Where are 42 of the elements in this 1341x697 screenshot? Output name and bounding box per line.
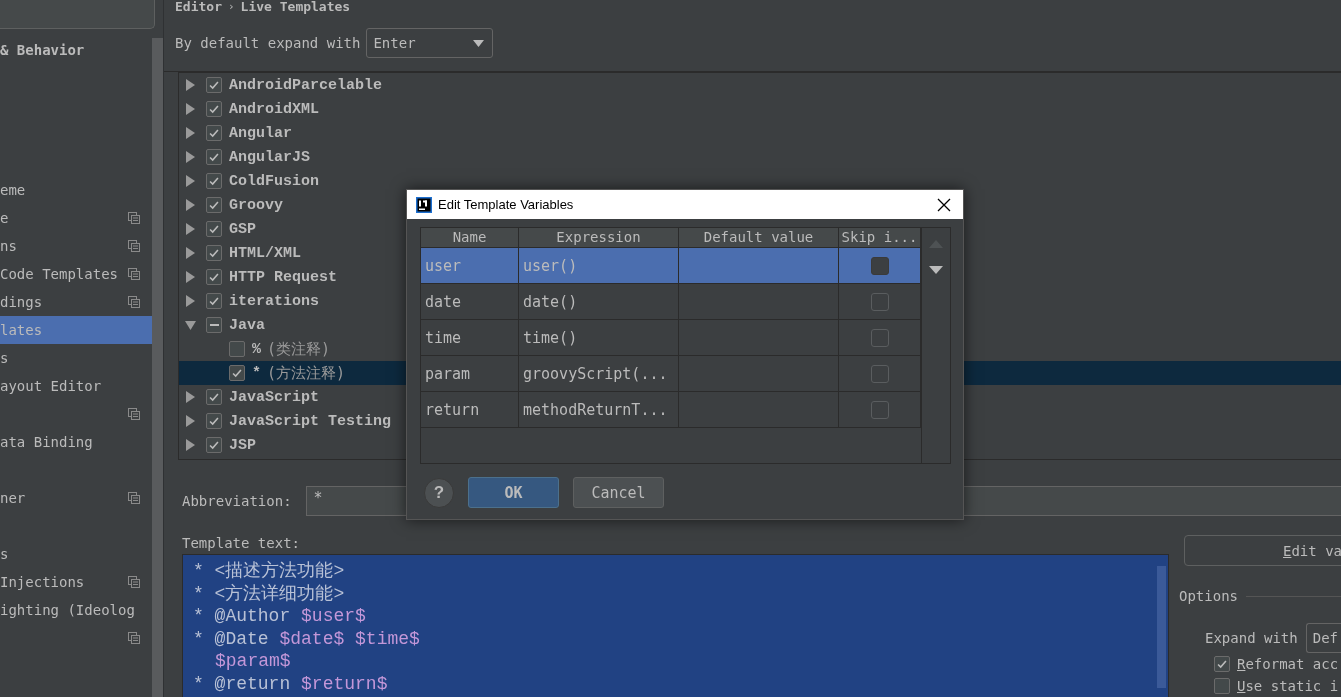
group-name: AndroidXML <box>229 100 319 118</box>
field-label: Expand with <box>1205 630 1298 646</box>
template-abbreviation: * <box>252 364 261 382</box>
breadcrumb-item: Live Templates <box>240 0 351 14</box>
group-name: Angular <box>229 124 292 142</box>
table-cell: user() <box>519 248 679 284</box>
field-label: Template text: <box>182 535 301 553</box>
section-title: Options <box>1179 588 1238 604</box>
template-description: (方法注释) <box>267 363 346 383</box>
group-name: GSP <box>229 220 256 238</box>
breadcrumb-separator: › <box>227 0 235 14</box>
code-line: $param$ <box>214 650 292 673</box>
code-line: * <方法详细功能> <box>193 582 346 606</box>
table-cell: time <box>421 320 519 356</box>
template-abbreviation: % <box>252 340 261 358</box>
code-line: * <描述方法功能> <box>193 560 346 583</box>
group-name: iterations <box>229 292 319 310</box>
table-cell: groovyScript(... <box>519 356 679 392</box>
group-name: JSP <box>229 436 256 454</box>
code-line: * @Date $date$ $time$ <box>193 627 421 651</box>
table-cell: time() <box>519 320 679 356</box>
group-name: JavaScript Testing <box>229 412 392 430</box>
table-cell: methodReturnT... <box>519 392 679 428</box>
dialog-title: Edit Template Variables <box>438 197 574 212</box>
field-label: By default expand with <box>175 35 361 51</box>
template-description: (类注释) <box>267 339 331 359</box>
code-line: * @return $return$ <box>193 672 389 696</box>
group-name: HTTP Request <box>229 268 338 286</box>
code-line: * @Author $user$ <box>193 605 367 628</box>
group-name: Java <box>229 316 265 334</box>
table-cell: return <box>421 392 519 428</box>
group-name: ColdFusion <box>229 172 319 190</box>
group-name: AndroidParcelable <box>229 76 383 94</box>
table-cell: date <box>421 284 519 320</box>
table-cell: date() <box>519 284 679 320</box>
table-cell: param <box>421 356 519 392</box>
group-name: AngularJS <box>229 148 310 166</box>
field-label: Abbreviation: <box>182 493 292 509</box>
group-name: Groovy <box>229 196 283 214</box>
group-name: JavaScript <box>229 388 319 406</box>
group-name: HTML/XML <box>229 244 301 262</box>
table-cell: user <box>421 248 519 284</box>
